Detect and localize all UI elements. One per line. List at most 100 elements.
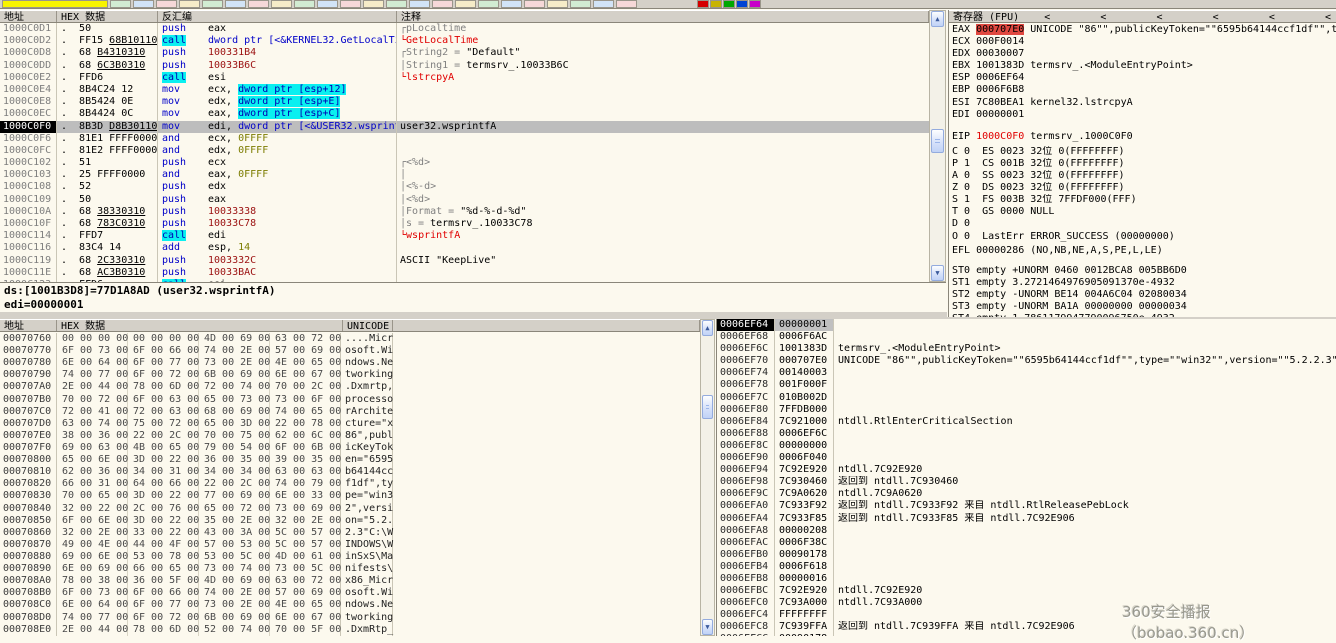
disassembly-pane[interactable]: 地址 HEX 数据 反汇编 注释 1000C0D1. 50pusheax┌pLo… (0, 10, 929, 282)
stack-row[interactable]: 0006EFA800000208 (717, 525, 1336, 537)
disasm-row[interactable]: 1000C0E8. 8B5424 0Emovedx, dword ptr [es… (0, 96, 929, 108)
toolbar-button[interactable] (616, 0, 637, 8)
disasm-row[interactable]: 1000C0F6. 81E1 FFFF0000andecx, 0FFFF (0, 133, 929, 145)
register-row[interactable]: EBP 0006F6B8 (949, 84, 1336, 96)
scroll-up-icon[interactable]: ▲ (931, 11, 944, 27)
register-row[interactable]: EDX 00030007 (949, 48, 1336, 60)
register-row[interactable]: ST2 empty -UNORM BE14 004A6C04 02080034 (949, 289, 1336, 301)
register-row[interactable]: EIP 1000C0F0 termsrv_.1000C0F0 (949, 131, 1336, 143)
dump-row[interactable]: 000707B070 00 72 006F 00 63 0065 00 73 0… (0, 394, 700, 406)
scroll-down-icon[interactable]: ▼ (931, 265, 944, 281)
dump-row[interactable]: 000707C072 00 41 0072 00 63 0068 00 69 0… (0, 406, 700, 418)
stack-row[interactable]: 0006EF880006EF6C (717, 428, 1336, 440)
disasm-row[interactable]: 1000C0D8. 68 B4310310push100331B4┌String… (0, 47, 929, 59)
toolbar-button[interactable] (386, 0, 407, 8)
stack-row[interactable]: 0006EF947C92E920ntdll.7C92E920 (717, 464, 1336, 476)
disasm-row[interactable]: 1000C0D2. FF15 68B10110calldword ptr [<&… (0, 35, 929, 47)
dump-row[interactable]: 000708A078 00 38 0036 00 5F 004D 00 69 0… (0, 575, 700, 587)
disasm-row[interactable]: 1000C109. 50pusheax│<%d> (0, 194, 929, 206)
register-row[interactable]: C 0 ES 0023 32位 0(FFFFFFFF) (949, 146, 1336, 158)
disasm-row[interactable]: 1000C0F0. 8B3D D8B30110movedi, dword ptr… (0, 121, 929, 133)
dump-row[interactable]: 000708C06E 00 64 006F 00 77 0073 00 2E 0… (0, 599, 700, 611)
toolbar-button[interactable] (317, 0, 338, 8)
register-row[interactable]: S 1 FS 003B 32位 7FFDF000(FFF) (949, 194, 1336, 206)
toolbar-button[interactable] (133, 0, 154, 8)
toolbar-dropdown[interactable] (2, 0, 108, 8)
register-row[interactable]: P 1 CS 001B 32位 0(FFFFFFFF) (949, 158, 1336, 170)
disasm-row[interactable]: 1000C0D1. 50pusheax┌pLocaltime (0, 23, 929, 35)
dump-row[interactable]: 0007081062 00 36 0034 00 31 0034 00 34 0… (0, 466, 700, 478)
stack-row[interactable]: 0006EFAC0006F38C (717, 537, 1336, 549)
dump-row[interactable]: 000708B06F 00 73 006F 00 66 0074 00 2E 0… (0, 587, 700, 599)
scrollbar-thumb[interactable] (702, 395, 713, 419)
dump-row[interactable]: 0007076000 00 00 0000 00 00 004D 00 69 0… (0, 333, 700, 345)
disasm-row[interactable]: 1000C11E. 68 AC3B0310push10033BAC (0, 267, 929, 279)
stack-row[interactable]: 0006EFA07C933F92返回到 ntdll.7C933F92 来自 nt… (717, 500, 1336, 512)
toolbar-button[interactable] (248, 0, 269, 8)
toolbar-button[interactable] (156, 0, 177, 8)
toolbar-button[interactable] (547, 0, 568, 8)
stack-row[interactable]: 0006EF6400000001 (717, 319, 1336, 331)
toolbar-button[interactable] (570, 0, 591, 8)
dump-row[interactable]: 0007087049 00 4E 0044 00 4F 0057 00 53 0… (0, 539, 700, 551)
dump-row[interactable]: 000707A02E 00 44 0078 00 6D 0072 00 74 0… (0, 381, 700, 393)
dump-row[interactable]: 0007080065 00 6E 003D 00 22 0036 00 35 0… (0, 454, 700, 466)
scroll-up-icon[interactable]: ▲ (702, 320, 713, 336)
stack-row[interactable]: 0006EF987C930460返回到 ntdll.7C930460 (717, 476, 1336, 488)
toolbar-letter-button[interactable] (697, 0, 709, 8)
dump-row[interactable]: 0007083070 00 65 003D 00 22 0077 00 69 0… (0, 490, 700, 502)
register-row[interactable]: EFL 00000286 (NO,NB,NE,A,S,PE,L,LE) (949, 245, 1336, 257)
dump-row[interactable]: 000708906E 00 69 0066 00 65 0073 00 74 0… (0, 563, 700, 575)
dump-row[interactable]: 000707806E 00 64 006F 00 77 0073 00 2E 0… (0, 357, 700, 369)
dump-row[interactable]: 0007086032 00 2E 0033 00 22 0043 00 3A 0… (0, 527, 700, 539)
stack-row[interactable]: 0006EF680006F6AC (717, 331, 1336, 343)
toolbar-letter-button[interactable] (723, 0, 735, 8)
stack-row[interactable]: 0006EFA47C933F85返回到 ntdll.7C933F85 来自 nt… (717, 513, 1336, 525)
toolbar-letter-button[interactable] (736, 0, 748, 8)
register-row[interactable]: ST0 empty +UNORM 0460 0012BCA8 005BB6D0 (949, 265, 1336, 277)
disasm-row[interactable]: 1000C0EC. 8B4424 0Cmoveax, dword ptr [es… (0, 108, 929, 120)
toolbar-button[interactable] (340, 0, 361, 8)
stack-row[interactable]: 0006EF847C921000ntdll.RtlEnterCriticalSe… (717, 416, 1336, 428)
pane-divider-left[interactable] (0, 312, 947, 319)
stack-row[interactable]: 0006EF78001F000F (717, 379, 1336, 391)
registers-pane[interactable]: 寄存器 (FPU) < < < < < < EAX 000707E0 UNICO… (948, 10, 1336, 317)
scrollbar-thumb[interactable] (931, 129, 944, 153)
stack-row[interactable]: 0006EFBC7C92E920ntdll.7C92E920 (717, 585, 1336, 597)
dump-row[interactable]: 000708E02E 00 44 0078 00 6D 0052 00 74 0… (0, 624, 700, 636)
register-row[interactable]: T 0 GS 0000 NULL (949, 206, 1336, 218)
stack-row[interactable]: 0006EF9C7C9A0620ntdll.7C9A0620 (717, 488, 1336, 500)
disasm-row[interactable]: 1000C116. 83C4 14addesp, 14 (0, 242, 929, 254)
register-row[interactable]: ESP 0006EF64 (949, 72, 1336, 84)
toolbar-button[interactable] (593, 0, 614, 8)
toolbar-button[interactable] (179, 0, 200, 8)
toolbar-button[interactable] (110, 0, 131, 8)
toolbar-button[interactable] (455, 0, 476, 8)
register-row[interactable]: D 0 (949, 218, 1336, 230)
dump-row[interactable]: 000707706F 00 73 006F 00 66 0074 00 2E 0… (0, 345, 700, 357)
dump-row[interactable]: 0007084032 00 22 002C 00 76 0065 00 72 0… (0, 503, 700, 515)
dump-row[interactable]: 000707D063 00 74 0075 00 72 0065 00 3D 0… (0, 418, 700, 430)
dump-row[interactable]: 0007082066 00 31 0064 00 66 0022 00 2C 0… (0, 478, 700, 490)
stack-row[interactable]: 0006EF807FFDB000 (717, 404, 1336, 416)
toolbar-button[interactable] (294, 0, 315, 8)
disasm-row[interactable]: 1000C10F. 68 783C0310push10033C78│s = te… (0, 218, 929, 230)
toolbar-letter-button[interactable] (710, 0, 722, 8)
disasm-row[interactable]: 1000C108. 52pushedx│<%-d> (0, 181, 929, 193)
register-row[interactable]: EDI 00000001 (949, 109, 1336, 121)
disasm-row[interactable]: 1000C0DD. 68 6C3B0310push10033B6C│String… (0, 60, 929, 72)
stack-row[interactable]: 0006EF7400140003 (717, 367, 1336, 379)
register-row[interactable]: ST1 empty 3.2721464976905091370e-4932 (949, 277, 1336, 289)
toolbar-button[interactable] (409, 0, 430, 8)
dump-scrollbar[interactable]: ▲ ▼ (700, 319, 715, 636)
register-row[interactable]: ECX 000F0014 (949, 36, 1336, 48)
stack-row[interactable]: 0006EFB000090178 (717, 549, 1336, 561)
disasm-row[interactable]: 1000C102. 51pushecx┌<%d> (0, 157, 929, 169)
register-row[interactable]: ESI 7C80BEA1 kernel32.lstrcpyA (949, 97, 1336, 109)
stack-row[interactable]: 0006EF70000707E0UNICODE "86"",publicKeyT… (717, 355, 1336, 367)
toolbar-letter-button[interactable] (749, 0, 761, 8)
stack-row[interactable]: 0006EF900006F040 (717, 452, 1336, 464)
toolbar-button[interactable] (202, 0, 223, 8)
register-row[interactable]: O 0 LastErr ERROR_SUCCESS (00000000) (949, 231, 1336, 243)
register-row[interactable]: EBX 1001383D termsrv_.<ModuleEntryPoint> (949, 60, 1336, 72)
